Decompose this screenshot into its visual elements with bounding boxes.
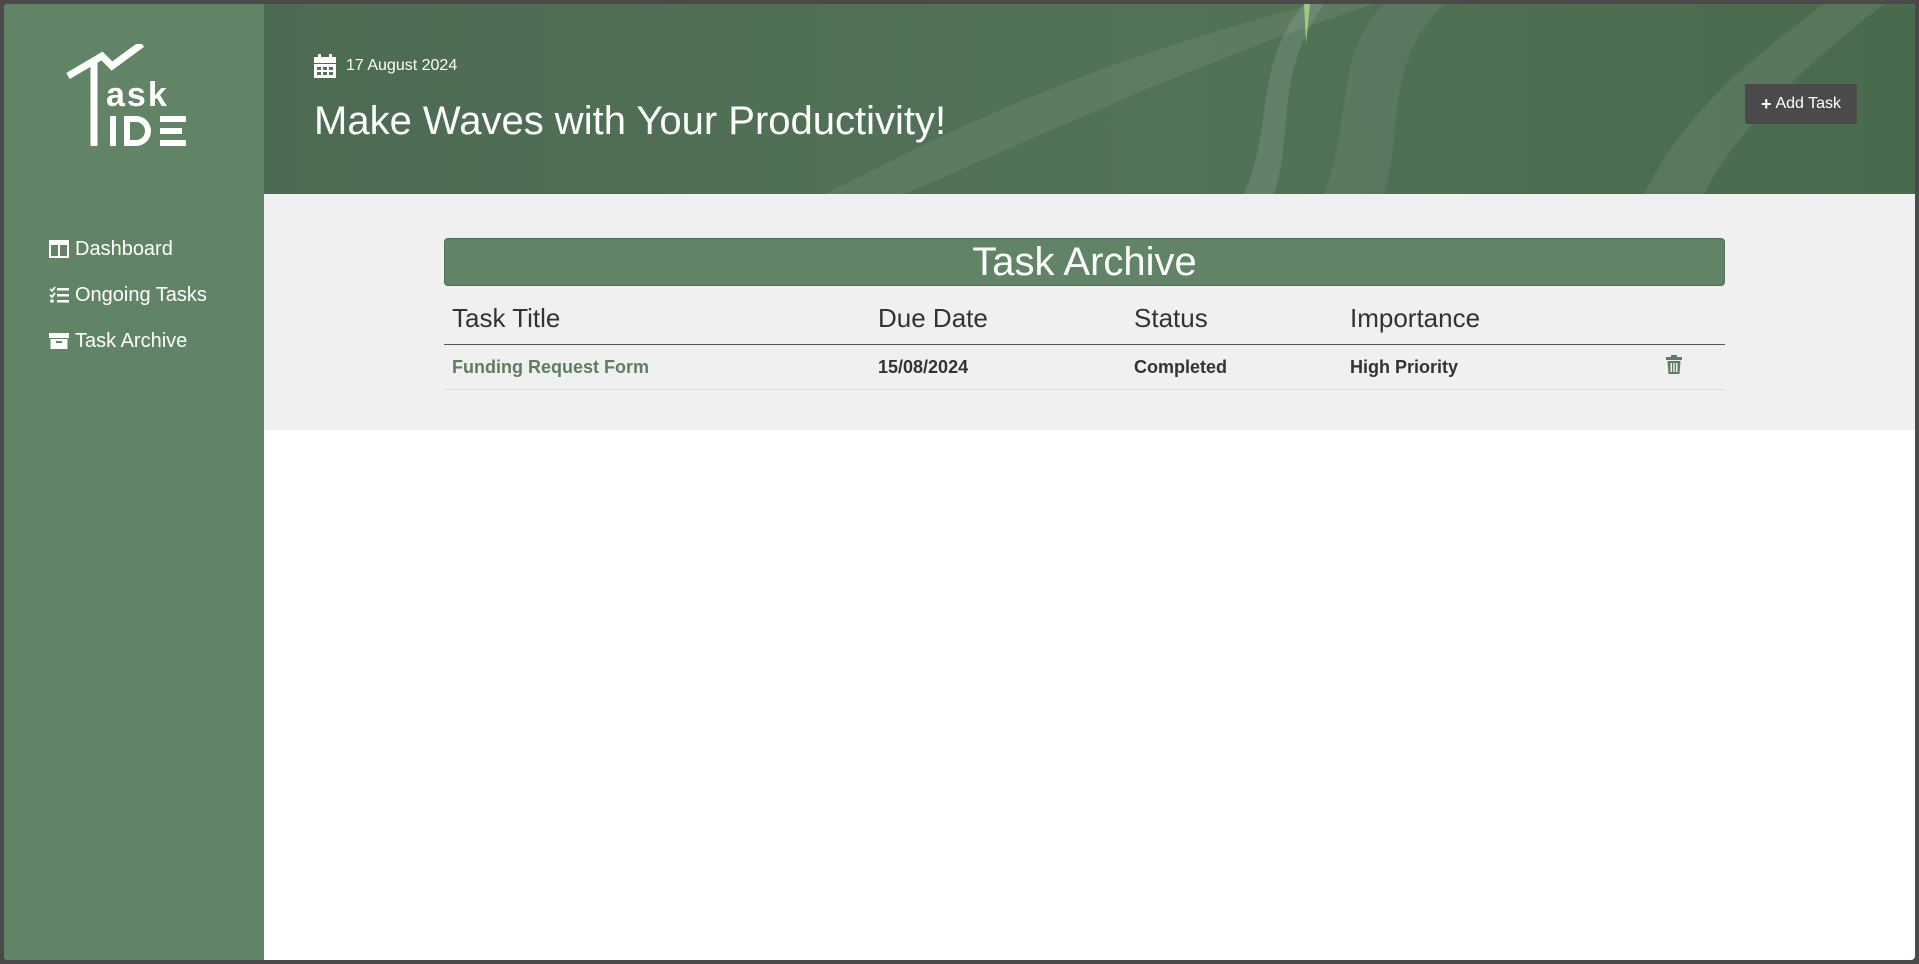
app-window: ask Dashboard Ongoing Tasks Task Archive…	[4, 4, 1915, 960]
sidebar-item-label: Task Archive	[75, 329, 188, 352]
column-header-task-title: Task Title	[444, 292, 870, 345]
task-archive-section: Task Archive Task Title Due Date Status …	[444, 238, 1725, 390]
add-task-label: Add Task	[1775, 95, 1841, 112]
trash-icon[interactable]	[1666, 355, 1682, 374]
task-actions-cell	[1658, 344, 1725, 390]
archive-box-icon	[49, 331, 71, 351]
main-content: Task Archive Task Title Due Date Status …	[264, 194, 1915, 430]
column-header-status: Status	[1126, 292, 1342, 345]
sidebar-item-label: Dashboard	[75, 237, 173, 260]
list-check-icon	[49, 285, 71, 305]
page-header: 17 August 2024 Make Waves with Your Prod…	[264, 4, 1915, 194]
sidebar-item-label: Ongoing Tasks	[75, 283, 207, 306]
plus-icon: +	[1760, 93, 1772, 114]
add-task-button[interactable]: + Add Task	[1744, 84, 1857, 124]
dashboard-icon	[49, 239, 71, 259]
sidebar-item-task-archive[interactable]: Task Archive	[49, 318, 207, 364]
task-title-link[interactable]: Funding Request Form	[444, 344, 870, 390]
column-header-due-date: Due Date	[870, 292, 1126, 345]
archive-title: Task Archive	[444, 238, 1725, 286]
column-header-actions	[1658, 292, 1725, 345]
tasktide-logo[interactable]: ask	[62, 41, 192, 154]
current-date: 17 August 2024	[314, 54, 457, 78]
table-header-row: Task Title Due Date Status Importance	[444, 292, 1725, 345]
task-due-date: 15/08/2024	[870, 344, 1126, 390]
table-row: Funding Request Form 15/08/2024 Complete…	[444, 344, 1725, 390]
calendar-icon	[314, 54, 336, 78]
sidebar-item-dashboard[interactable]: Dashboard	[49, 226, 207, 272]
date-text: 17 August 2024	[346, 57, 458, 74]
sidebar-nav: Dashboard Ongoing Tasks Task Archive	[49, 226, 207, 364]
archive-table: Task Title Due Date Status Importance Fu…	[444, 292, 1725, 390]
svg-text:ask: ask	[106, 76, 169, 114]
task-importance: High Priority	[1342, 344, 1658, 390]
sidebar-item-ongoing-tasks[interactable]: Ongoing Tasks	[49, 272, 207, 318]
page-headline: Make Waves with Your Productivity!	[314, 99, 947, 143]
task-status: Completed	[1126, 344, 1342, 390]
sidebar: ask Dashboard Ongoing Tasks Task Archive	[4, 4, 264, 960]
column-header-importance: Importance	[1342, 292, 1658, 345]
